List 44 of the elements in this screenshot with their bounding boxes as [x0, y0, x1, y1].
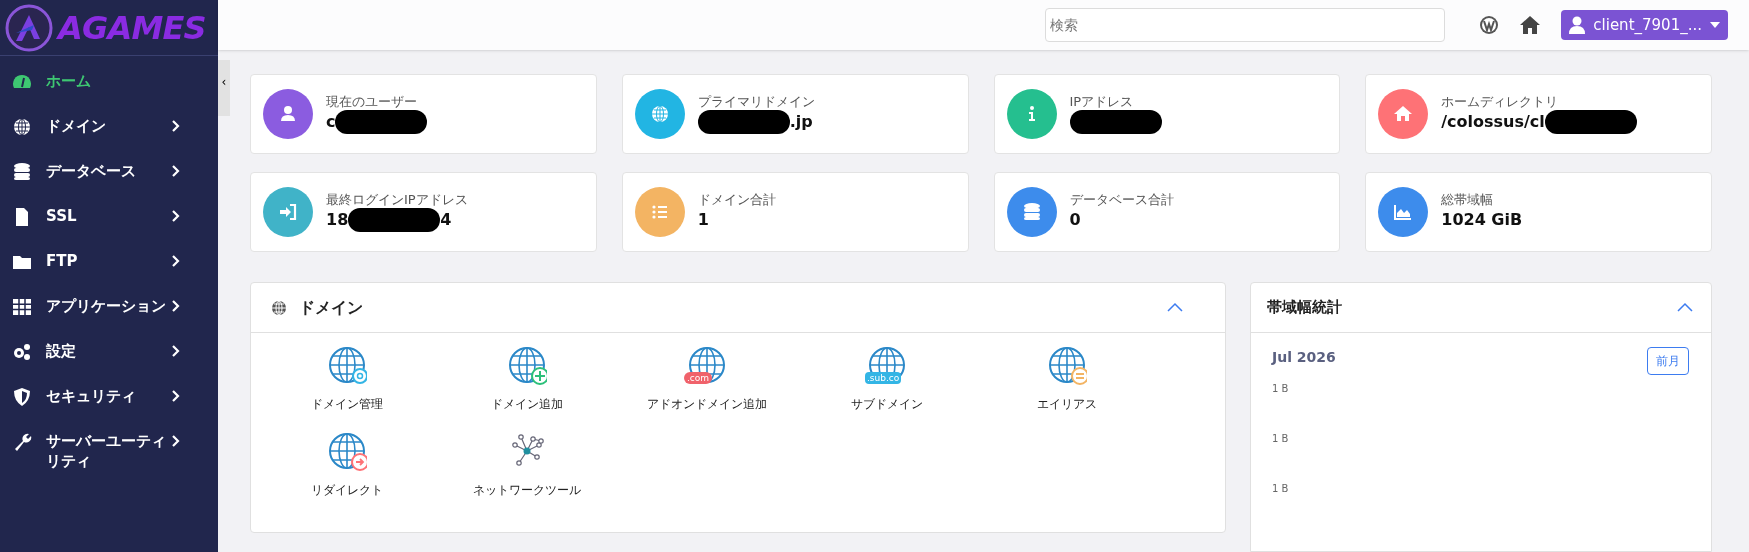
panel-title: 帯域幅統計 [1267, 297, 1342, 319]
domain-tool-link[interactable]: リダイレクト [257, 431, 437, 499]
panel-title: ドメイン [299, 296, 363, 319]
axis-label: 1 B [1272, 382, 1290, 396]
stat-value: /colossus/cl [1441, 111, 1545, 133]
stat-label: ホームディレクトリ [1441, 94, 1560, 110]
stat-value: 0 [1069, 209, 1081, 231]
user-menu-button[interactable]: client_7901_... [1561, 10, 1728, 40]
stat-label: データベース合計 [1069, 192, 1174, 208]
stat-value: .jp [789, 111, 813, 133]
domain-tag: .com [684, 372, 713, 384]
domain-tool-link[interactable]: ドメイン管理 [257, 345, 437, 413]
sidebar-item[interactable]: FTP [0, 240, 218, 285]
domain-tool-link[interactable]: ドメイン追加 [437, 345, 617, 413]
domain-tool-link[interactable]: エイリアス [977, 345, 1157, 413]
sidebar-item[interactable]: ホーム [0, 60, 218, 105]
previous-month-button[interactable]: 前月 [1647, 347, 1689, 375]
sidebar-item[interactable]: 設定 [0, 330, 218, 375]
domain-tool-link[interactable]: ネットワークツール [437, 431, 617, 499]
stat-label: プライマリドメイン [697, 94, 815, 110]
sidebar-item[interactable]: SSL [0, 195, 218, 240]
stat-label: ドメイン合計 [697, 192, 776, 208]
stat-value: 18 [326, 209, 349, 231]
stat-value: c [326, 111, 336, 133]
stat-label: 最終ログインIPアドレス [326, 192, 468, 208]
stat-label: 現在のユーザー [326, 94, 418, 110]
sidebar-item[interactable]: データベース [0, 150, 218, 195]
domain-tag: .sub.co [865, 372, 902, 384]
sidebar-item[interactable]: セキュリティ [0, 375, 218, 420]
domain-tool-link[interactable]: .sub.co サブドメイン [797, 345, 977, 413]
sidebar-item[interactable]: アプリケーション [0, 285, 218, 330]
axis-label: 1 B [1272, 482, 1290, 496]
domain-tool-link[interactable]: .com アドオンドメイン追加 [617, 345, 797, 413]
collapse-toggle[interactable]: ‹ [218, 60, 230, 116]
stat-label: IPアドレス [1069, 94, 1135, 110]
stat-value: 4 [440, 209, 452, 231]
month-label: Jul 2026 [1272, 348, 1336, 367]
axis-label: 1 B [1272, 432, 1290, 446]
sidebar-item[interactable]: ドメイン [0, 105, 218, 150]
stat-value: 1024 GiB [1441, 209, 1523, 231]
search-field[interactable]: 検索 [1045, 8, 1446, 42]
stat-label: 総帯域幅 [1441, 192, 1495, 208]
logo-text: AGAMES [58, 7, 206, 49]
stat-value: 1 [697, 209, 709, 231]
